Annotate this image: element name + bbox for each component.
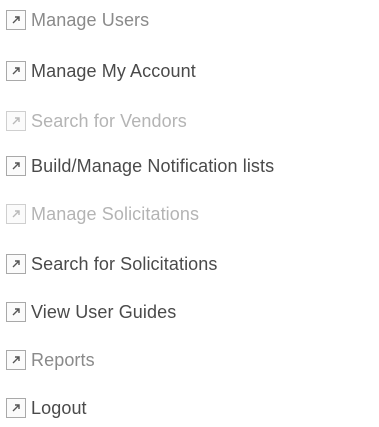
menu-item-label: Logout	[31, 397, 87, 418]
menu-item-manage-users[interactable]: Manage Users	[6, 7, 149, 33]
external-link-arrow-icon	[6, 302, 26, 322]
menu-item-label: Manage Solicitations	[31, 203, 200, 224]
menu-item-logout[interactable]: Logout	[6, 395, 87, 421]
menu-item-view-user-guides[interactable]: View User Guides	[6, 299, 176, 325]
menu-item-search-for-solicitations[interactable]: Search for Solicitations	[6, 251, 218, 277]
external-link-arrow-icon	[6, 10, 26, 30]
menu-item-label: Reports	[31, 349, 95, 370]
external-link-arrow-icon	[6, 61, 26, 81]
external-link-arrow-icon	[6, 254, 26, 274]
navigation-menu: Manage Users Manage My Account Search fo…	[0, 0, 379, 427]
menu-item-reports[interactable]: Reports	[6, 347, 95, 373]
menu-item-manage-my-account[interactable]: Manage My Account	[6, 58, 196, 84]
menu-item-label: Search for Solicitations	[31, 253, 218, 274]
menu-item-label: Search for Vendors	[31, 110, 187, 131]
menu-item-label: View User Guides	[31, 301, 177, 322]
menu-item-label: Manage My Account	[31, 60, 196, 81]
external-link-arrow-icon	[6, 111, 26, 131]
menu-item-label: Build/Manage Notification lists	[31, 155, 275, 176]
menu-item-search-for-vendors[interactable]: Search for Vendors	[6, 108, 187, 134]
menu-item-manage-solicitations[interactable]: Manage Solicitations	[6, 201, 199, 227]
menu-item-label: Manage Users	[31, 9, 150, 30]
external-link-arrow-icon	[6, 156, 26, 176]
external-link-arrow-icon	[6, 350, 26, 370]
external-link-arrow-icon	[6, 204, 26, 224]
external-link-arrow-icon	[6, 398, 26, 418]
menu-item-build-manage-notification-lists[interactable]: Build/Manage Notification lists	[6, 153, 274, 179]
